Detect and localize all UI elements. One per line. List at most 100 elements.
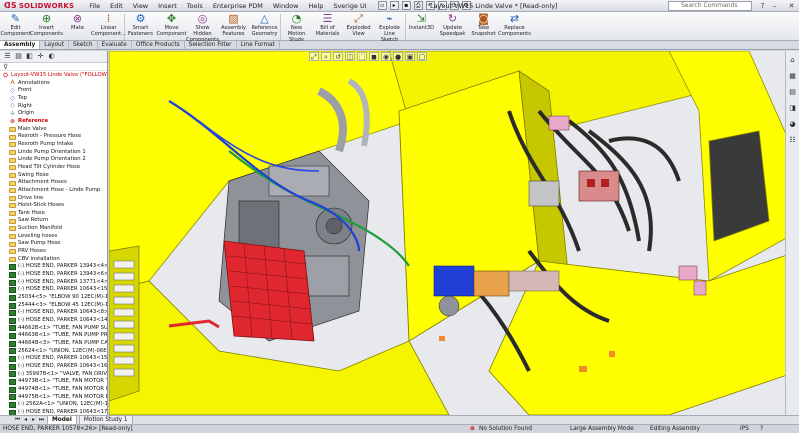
tree-item[interactable]: Drive line [0, 195, 107, 203]
tab-office-products[interactable]: Office Products [132, 41, 185, 49]
tree-item[interactable]: A Annotations [0, 80, 107, 88]
print-icon[interactable]: ⎙ [413, 1, 423, 10]
home-icon[interactable]: ⌂ [788, 55, 798, 65]
solidworks-logo[interactable]: ꓷS SOLIDWORKS [0, 0, 78, 12]
tree-item[interactable]: Rexroth Pump Intake [0, 141, 107, 149]
tree-item[interactable]: Attachment Hose - Linde Pump [0, 187, 107, 195]
custom-properties-icon[interactable]: ☷ [788, 135, 798, 145]
speedpak-button[interactable]: ↻ Update Speedpak [437, 12, 468, 41]
menu-insert[interactable]: Insert [153, 0, 182, 12]
tree-item[interactable]: 44662B<1> "TUBE, FAN PUMP SUCTI [0, 325, 107, 333]
tab-sketch[interactable]: Sketch [69, 41, 98, 49]
menu-tools[interactable]: Tools [182, 0, 208, 12]
tab-evaluate[interactable]: Evaluate [98, 41, 132, 49]
zoom-fit-icon[interactable]: ⤢ [309, 52, 319, 61]
tree-item[interactable]: ◇ Front [0, 87, 107, 95]
view-settings-icon[interactable]: ▢ [417, 52, 427, 61]
tree-item[interactable]: Suction Manifold [0, 225, 107, 233]
new-doc-icon[interactable]: ▫ [377, 1, 387, 10]
tree-item[interactable]: Attachment Hoses [0, 179, 107, 187]
menu-sverige-ui[interactable]: Sverige UI [328, 0, 371, 12]
tree-item[interactable]: 44974B<1> "TUBE, FAN MOTOR CAS [0, 386, 107, 394]
save-icon[interactable]: ▪ [401, 1, 411, 10]
view-orientation-icon[interactable]: ⬚ [357, 52, 367, 61]
appearance-icon[interactable]: ● [393, 52, 403, 61]
config-manager-icon[interactable]: ◧ [25, 52, 34, 61]
feature-tree-icon[interactable]: ☰ [3, 52, 12, 61]
tree-item[interactable]: Tank Hose [0, 210, 107, 218]
zoom-area-icon[interactable]: ⌕ [321, 52, 331, 61]
menu-file[interactable]: File [84, 0, 105, 12]
tree-filter[interactable]: ⊽ [0, 63, 107, 71]
instant3d-button[interactable]: ⇲ Instant3D [406, 12, 437, 41]
tree-item[interactable]: Linde Pump Orientation 1 [0, 149, 107, 157]
tree-item[interactable]: (-) HOSE END, PARKER 10643<16> "C [0, 363, 107, 371]
design-library-icon[interactable]: ▦ [788, 71, 798, 81]
tab-assembly[interactable]: Assembly [0, 41, 41, 49]
assembly-features-button[interactable]: ▨ Assembly Features [218, 12, 249, 41]
tree-item[interactable]: ◇ Right [0, 103, 107, 111]
tree-item[interactable]: 44663B<1> "TUBE, FAN PUMP PRESS [0, 332, 107, 340]
graphics-area[interactable]: ⤢ ⌕ ↺ ◫ ⬚ ◼ ◉ ● ▣ ▢ ⌂ ▦ ▤ ◨ ◕ ☷ [109, 51, 799, 415]
tree-item[interactable]: Saw Pump Hose [0, 240, 107, 248]
tree-item[interactable]: Leveling hoses [0, 233, 107, 241]
tree-item[interactable]: (-) HOSE END, PARKER 10643<14> "C [0, 317, 107, 325]
view-palette-icon[interactable]: ◨ [788, 103, 798, 113]
move-component-button[interactable]: ✥ Move Component [156, 12, 187, 41]
tree-item[interactable]: PRV Hoses [0, 248, 107, 256]
display-style-icon[interactable]: ◼ [369, 52, 379, 61]
dim-xpert-icon[interactable]: ✛ [36, 52, 45, 61]
first-tab-icon[interactable]: ⏮ [14, 416, 21, 424]
prev-tab-icon[interactable]: ◂ [22, 416, 29, 424]
menu-edit[interactable]: Edit [105, 0, 128, 12]
tree-item[interactable]: Main Valve [0, 126, 107, 134]
tree-root[interactable]: ⛭ Layout-VW15 Linde Valve ("FOLLOW [0, 72, 107, 80]
bom-button[interactable]: ☰ Bill of Materials [312, 12, 343, 41]
next-tab-icon[interactable]: ▸ [30, 416, 37, 424]
appearances-icon[interactable]: ◕ [788, 119, 798, 129]
tree-item[interactable]: 25034<5> "ELBOW 90 12EC(M)-12OF [0, 294, 107, 302]
tree-item[interactable]: 25624<1> "UNION, 12EC(M)-06EC(M [0, 348, 107, 356]
show-hidden-button[interactable]: ◎ Show Hidden Components [186, 12, 219, 43]
menu-view[interactable]: View [128, 0, 153, 12]
status-units[interactable]: IPS [740, 425, 749, 433]
menu-enterprise-pdm[interactable]: Enterprise PDM [208, 0, 268, 12]
menu-window[interactable]: Window [268, 0, 304, 12]
tree-item[interactable]: 44973B<1> "TUBE, FAN MOTOR TOP [0, 378, 107, 386]
tree-item[interactable]: Head Tilt Cylinder Hose [0, 164, 107, 172]
tab-layout[interactable]: Layout [40, 41, 69, 49]
smart-fasteners-button[interactable]: ⚙ Smart Fasteners [125, 12, 156, 41]
tree-item[interactable]: (-) HOSE END, PARKER 10643<15> "COI [0, 355, 107, 363]
tree-item[interactable]: (-) HOSE END, PARKER 10643<15> "CO [0, 286, 107, 294]
file-explorer-icon[interactable]: ▤ [788, 87, 798, 97]
tree-item[interactable]: 44975B<1> "TUBE, FAN MOTOR BOT [0, 394, 107, 402]
tree-item[interactable]: ⊗ Reference [0, 118, 107, 126]
tab-selection-filter[interactable]: Selection Filter [185, 41, 237, 49]
tree-item[interactable]: 44664B<3> "TUBE, FAN PUMP CASE [0, 340, 107, 348]
search-commands-input[interactable]: Search Commands [668, 1, 752, 11]
exploded-view-button[interactable]: ⤢ Exploded View [343, 12, 374, 41]
tree-item[interactable]: (-) HOSE END, PARKER 10643<8> "CO [0, 309, 107, 317]
last-tab-icon[interactable]: ⏭ [38, 416, 45, 424]
explode-line-button[interactable]: ⌁ Explode Line Sketch [374, 12, 405, 43]
tree-item[interactable]: (-) 35997B<1> "VALVE, FAN DRIVE AS [0, 371, 107, 379]
tree-item[interactable]: CBV installation [0, 256, 107, 264]
tree-item[interactable]: Linde Pump Orientation 2 [0, 156, 107, 164]
property-manager-icon[interactable]: ▤ [14, 52, 23, 61]
motion-study-button[interactable]: ◔ New Motion Study [281, 12, 312, 43]
linear-pattern-button[interactable]: ⁞ Linear Component... [91, 12, 126, 41]
open-icon[interactable]: ▸ [389, 1, 399, 10]
reference-geometry-button[interactable]: △ Reference Geometry [249, 12, 280, 41]
tree-item[interactable]: 25444<3> "ELBOW 45 12EC(M)-16OF [0, 302, 107, 310]
tree-item[interactable]: Saw Return [0, 217, 107, 225]
scene-icon[interactable]: ▣ [405, 52, 415, 61]
tree-item[interactable]: Rexroth - Pressure Hose [0, 133, 107, 141]
insert-components-button[interactable]: ⊕ Insert Components [30, 12, 63, 41]
help-status-icon[interactable]: ? [760, 425, 763, 433]
close-icon[interactable]: ✕ [785, 1, 798, 11]
tree-item[interactable]: Hoist-Stick Hoses [0, 202, 107, 210]
tree-item[interactable]: (-) HOSE END, PARKER 13943<4> "EL [0, 263, 107, 271]
tree-item[interactable]: (-) HOSE END, PARKER 13943<6> "EL [0, 271, 107, 279]
snapshot-button[interactable]: ◙ Take Snapshot [468, 12, 499, 41]
previous-view-icon[interactable]: ↺ [333, 52, 343, 61]
